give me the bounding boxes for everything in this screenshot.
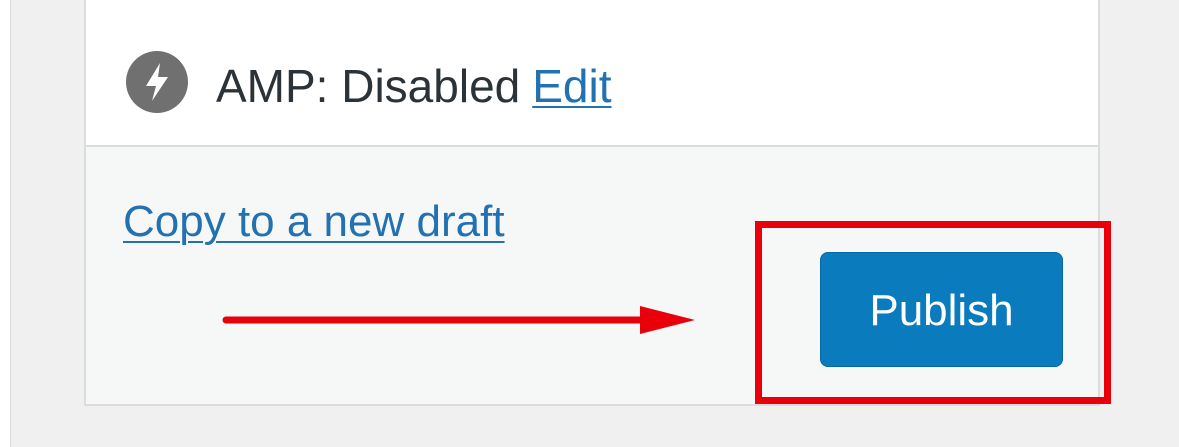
publish-panel-screenshot: AMP: Disabled Edit Copy to a new draft Pu…: [0, 0, 1179, 447]
amp-edit-link[interactable]: Edit: [532, 60, 611, 112]
lightning-bolt-icon: [126, 51, 188, 113]
red-arrow-annotation: [222, 306, 695, 334]
amp-status-row: AMP: Disabled Edit: [86, 0, 1098, 147]
amp-status-label: AMP: Disabled: [216, 60, 521, 112]
copy-to-new-draft-link[interactable]: Copy to a new draft: [123, 195, 505, 249]
page-left-edge: [0, 0, 11, 447]
publish-highlight-box: [755, 221, 1111, 404]
amp-status-text: AMP: Disabled Edit: [216, 58, 612, 114]
